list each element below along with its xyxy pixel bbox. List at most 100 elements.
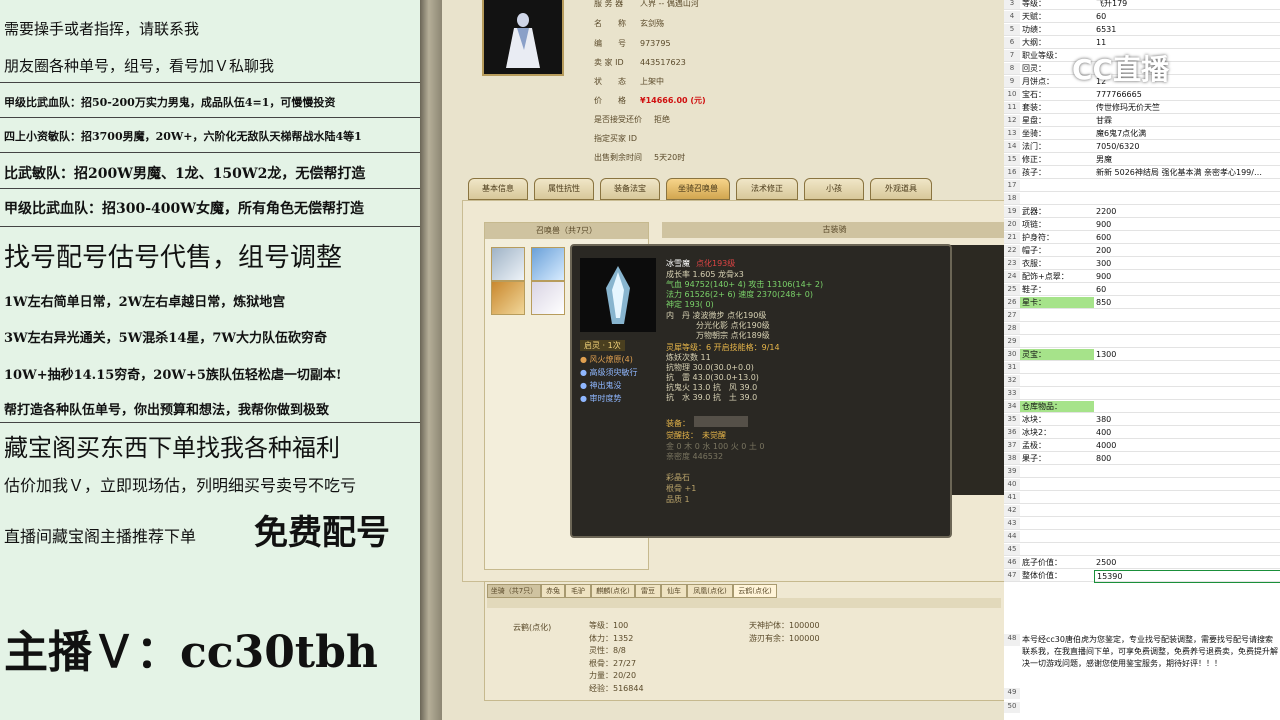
sheet-cell-value[interactable]: 4000 — [1094, 440, 1280, 451]
sheet-row[interactable]: 11 套装： 传世修玛无价天竺 — [1004, 102, 1280, 114]
sheet-row[interactable]: 27 — [1004, 310, 1280, 322]
sheet-cell-label[interactable] — [1020, 479, 1094, 490]
tab-attributes[interactable]: 属性抗性 — [534, 178, 594, 200]
sheet-cell-label[interactable] — [1020, 505, 1094, 516]
sheet-cell-value[interactable] — [1094, 492, 1280, 503]
sheet-cell-value[interactable]: 600 — [1094, 232, 1280, 243]
sheet-row[interactable]: 26 星卡： 850 — [1004, 297, 1280, 309]
sheet-cell-label[interactable] — [1020, 492, 1094, 503]
sheet-cell-label[interactable]: 等级： — [1020, 0, 1094, 9]
sheet-cell-value[interactable]: 魔6鬼7点化满 — [1094, 128, 1280, 139]
sheet-cell-label[interactable]: 宝石： — [1020, 89, 1094, 100]
sheet-row[interactable]: 24 配饰+点翠： 900 — [1004, 271, 1280, 283]
sheet-cell-label[interactable] — [1020, 323, 1094, 334]
sheet-cell-label[interactable]: 果子： — [1020, 453, 1094, 464]
sheet-cell-label[interactable] — [1020, 544, 1094, 555]
sheet-cell-value[interactable]: 15390 — [1094, 570, 1280, 583]
sheet-row[interactable]: 44 — [1004, 531, 1280, 543]
mount-tab[interactable]: 麒麟(点化) — [591, 584, 635, 598]
sheet-cell-label[interactable]: 大纲： — [1020, 37, 1094, 48]
mount-tab-active[interactable]: 云鹤(点化) — [733, 584, 777, 598]
sheet-cell-value[interactable]: 男魔 — [1094, 154, 1280, 165]
sheet-cell-value[interactable]: 380 — [1094, 414, 1280, 425]
sheet-cell-label[interactable]: 仓库物品： — [1020, 401, 1094, 412]
sheet-row[interactable]: 19 武器： 2200 — [1004, 206, 1280, 218]
sheet-cell-value[interactable]: 飞升179 — [1094, 0, 1280, 9]
sheet-row[interactable]: 43 — [1004, 518, 1280, 530]
sheet-cell-value[interactable] — [1094, 323, 1280, 334]
sheet-cell-label[interactable]: 鞋子： — [1020, 284, 1094, 295]
sheet-cell-value[interactable] — [1094, 388, 1280, 399]
sheet-row[interactable]: 42 — [1004, 505, 1280, 517]
sheet-cell-value[interactable]: 7050/6320 — [1094, 141, 1280, 152]
sheet-row[interactable]: 25 鞋子： 60 — [1004, 284, 1280, 296]
sheet-row[interactable]: 17 — [1004, 180, 1280, 192]
sheet-cell-label[interactable] — [1020, 336, 1094, 347]
sheet-cell-label[interactable]: 天赋： — [1020, 11, 1094, 22]
sheet-cell-label[interactable]: 套装： — [1020, 102, 1094, 113]
pet-thumbnail[interactable] — [491, 247, 525, 281]
sheet-row[interactable]: 30 灵宝： 1300 — [1004, 349, 1280, 361]
sheet-cell-value[interactable]: 900 — [1094, 219, 1280, 230]
sheet-cell-label[interactable] — [1020, 362, 1094, 373]
sheet-cell-label[interactable]: 护身符： — [1020, 232, 1094, 243]
sheet-row[interactable]: 15 修正： 男魔 — [1004, 154, 1280, 166]
sheet-row[interactable]: 37 孟极： 4000 — [1004, 440, 1280, 452]
sheet-cell-value[interactable]: 900 — [1094, 271, 1280, 282]
mount-tab[interactable]: 赤兔 — [541, 584, 565, 598]
sheet-cell-value[interactable]: 60 — [1094, 284, 1280, 295]
sheet-cell-label[interactable]: 法门： — [1020, 141, 1094, 152]
sheet-row[interactable]: 33 — [1004, 388, 1280, 400]
mount-tab[interactable]: 雷豆 — [635, 584, 661, 598]
sheet-row[interactable]: 14 法门： 7050/6320 — [1004, 141, 1280, 153]
sheet-cell-label[interactable] — [1020, 531, 1094, 542]
mount-tab[interactable]: 凤凰(点化) — [687, 584, 733, 598]
sheet-row[interactable]: 39 — [1004, 466, 1280, 478]
mount-tab[interactable]: 毛驴 — [565, 584, 591, 598]
sheet-cell-value[interactable]: 2200 — [1094, 206, 1280, 217]
sheet-cell-value[interactable] — [1094, 544, 1280, 555]
sheet-cell-value[interactable]: 6531 — [1094, 24, 1280, 35]
sheet-cell-value[interactable]: 400 — [1094, 427, 1280, 438]
sheet-cell-label[interactable]: 整体价值： — [1020, 570, 1094, 581]
sheet-cell-label[interactable]: 冰块2： — [1020, 427, 1094, 438]
sheet-cell-value[interactable]: 777766665 — [1094, 89, 1280, 100]
sheet-cell-label[interactable]: 功绩： — [1020, 24, 1094, 35]
sheet-row[interactable]: 22 帽子： 200 — [1004, 245, 1280, 257]
sheet-cell-value[interactable] — [1094, 336, 1280, 347]
sheet-row[interactable]: 29 — [1004, 336, 1280, 348]
sheet-cell-value[interactable]: 11 — [1094, 37, 1280, 48]
sheet-row[interactable]: 21 护身符： 600 — [1004, 232, 1280, 244]
sheet-cell-label[interactable] — [1020, 375, 1094, 386]
pet-thumbnail[interactable] — [531, 247, 565, 281]
sheet-cell-value[interactable] — [1094, 466, 1280, 477]
sheet-cell-label[interactable] — [1020, 310, 1094, 321]
sheet-row[interactable]: 32 — [1004, 375, 1280, 387]
sheet-cell-value[interactable] — [1094, 518, 1280, 529]
sheet-cell-value[interactable]: 300 — [1094, 258, 1280, 269]
sheet-row[interactable]: 31 — [1004, 362, 1280, 374]
sheet-cell-label[interactable]: 星盘： — [1020, 115, 1094, 126]
sheet-cell-label[interactable] — [1020, 193, 1094, 204]
sheet-cell-value[interactable]: 新新 5026神结局 强化基本满 亲密孝心199/… — [1094, 167, 1280, 178]
sheet-cell-value[interactable]: 甘霖 — [1094, 115, 1280, 126]
pet-thumbnail[interactable] — [531, 281, 565, 315]
sheet-row[interactable]: 4 天赋： 60 — [1004, 11, 1280, 23]
tab-basic[interactable]: 基本信息 — [468, 178, 528, 200]
sheet-cell-value[interactable]: 800 — [1094, 453, 1280, 464]
sheet-row[interactable]: 34 仓库物品： — [1004, 401, 1280, 413]
sheet-cell-value[interactable] — [1094, 362, 1280, 373]
tab-spells[interactable]: 法术修正 — [736, 178, 798, 200]
mount-count-tab[interactable]: 坐骑（共7只） — [487, 584, 541, 598]
sheet-cell-label[interactable] — [1020, 180, 1094, 191]
sheet-row[interactable]: 36 冰块2： 400 — [1004, 427, 1280, 439]
sheet-cell-label[interactable]: 冰块： — [1020, 414, 1094, 425]
sheet-cell-value[interactable]: 60 — [1094, 11, 1280, 22]
tab-equipment[interactable]: 装备法宝 — [600, 178, 660, 200]
sheet-cell-label[interactable]: 帽子： — [1020, 245, 1094, 256]
sheet-row[interactable]: 3 等级： 飞升179 — [1004, 0, 1280, 10]
sheet-cell-value[interactable]: 传世修玛无价天竺 — [1094, 102, 1280, 113]
mount-tab[interactable]: 仙车 — [661, 584, 687, 598]
sheet-cell-label[interactable]: 武器： — [1020, 206, 1094, 217]
sheet-cell-label[interactable]: 项链： — [1020, 219, 1094, 230]
